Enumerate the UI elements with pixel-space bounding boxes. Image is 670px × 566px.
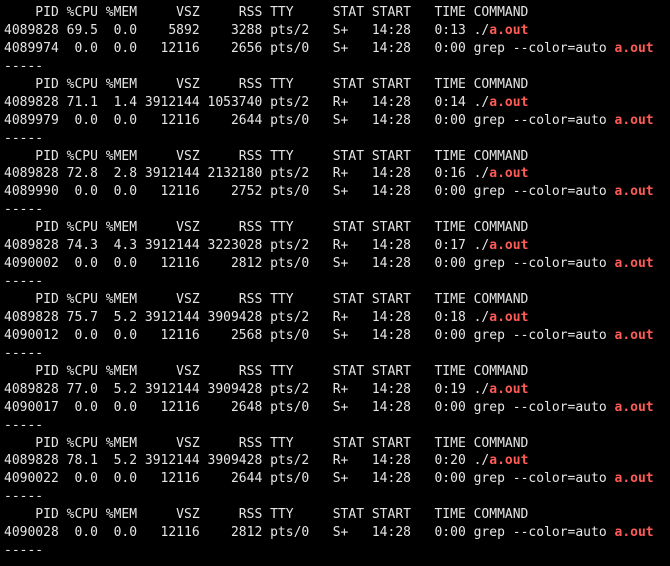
ps-process-row: 4089828 77.0 5.2 3912144 3909428 pts/2 R… — [4, 381, 670, 399]
ps-process-row: 4089990 0.0 0.0 12116 2752 pts/0 S+ 14:2… — [4, 183, 670, 201]
ps-header-row: PID %CPU %MEM VSZ RSS TTY STAT START TIM… — [4, 148, 670, 166]
ps-command-grep: grep --color=auto a.out — [474, 400, 654, 415]
ps-header-row: PID %CPU %MEM VSZ RSS TTY STAT START TIM… — [4, 4, 670, 22]
terminal-output: PID %CPU %MEM VSZ RSS TTY STAT START TIM… — [0, 0, 670, 566]
ps-process-row: 4089828 71.1 1.4 3912144 1053740 pts/2 R… — [4, 94, 670, 112]
ps-process-row: 4089828 75.7 5.2 3912144 3909428 pts/2 R… — [4, 309, 670, 327]
ps-command-grep: grep --color=auto a.out — [474, 41, 654, 56]
separator-line: ----- — [4, 542, 670, 560]
ps-process-row: 4090017 0.0 0.0 12116 2648 pts/0 S+ 14:2… — [4, 399, 670, 417]
ps-command-grep: grep --color=auto a.out — [474, 328, 654, 343]
ps-header-row: PID %CPU %MEM VSZ RSS TTY STAT START TIM… — [4, 435, 670, 453]
ps-process-row: 4090028 0.0 0.0 12116 2812 pts/0 S+ 14:2… — [4, 524, 670, 542]
separator-line: ----- — [4, 58, 670, 76]
separator-line: ----- — [4, 488, 670, 506]
ps-command-run: ./a.out — [474, 238, 529, 253]
ps-process-row: 4089974 0.0 0.0 12116 2656 pts/0 S+ 14:2… — [4, 40, 670, 58]
ps-command-grep: grep --color=auto a.out — [474, 184, 654, 199]
ps-header-row: PID %CPU %MEM VSZ RSS TTY STAT START TIM… — [4, 363, 670, 381]
ps-header-row: PID %CPU %MEM VSZ RSS TTY STAT START TIM… — [4, 76, 670, 94]
separator-line: ----- — [4, 345, 670, 363]
separator-line: ----- — [4, 201, 670, 219]
ps-command-grep: grep --color=auto a.out — [474, 256, 654, 271]
ps-command-run: ./a.out — [474, 95, 529, 110]
ps-process-row: 4089828 74.3 4.3 3912144 3223028 pts/2 R… — [4, 237, 670, 255]
ps-process-row: 4089828 78.1 5.2 3912144 3909428 pts/2 R… — [4, 452, 670, 470]
ps-command-grep: grep --color=auto a.out — [474, 113, 654, 128]
separator-line: ----- — [4, 417, 670, 435]
ps-command-run: ./a.out — [474, 453, 529, 468]
separator-line: ----- — [4, 273, 670, 291]
ps-process-row: 4090022 0.0 0.0 12116 2644 pts/0 S+ 14:2… — [4, 470, 670, 488]
ps-command-grep: grep --color=auto a.out — [474, 525, 654, 540]
ps-command-run: ./a.out — [474, 23, 529, 38]
separator-line: ----- — [4, 130, 670, 148]
ps-header-row: PID %CPU %MEM VSZ RSS TTY STAT START TIM… — [4, 291, 670, 309]
ps-command-run: ./a.out — [474, 310, 529, 325]
ps-command-run: ./a.out — [474, 166, 529, 181]
ps-process-row: 4090012 0.0 0.0 12116 2568 pts/0 S+ 14:2… — [4, 327, 670, 345]
ps-command-grep: grep --color=auto a.out — [474, 471, 654, 486]
ps-command-run: ./a.out — [474, 382, 529, 397]
ps-process-row: 4089828 69.5 0.0 5892 3288 pts/2 S+ 14:2… — [4, 22, 670, 40]
ps-process-row: 4089979 0.0 0.0 12116 2644 pts/0 S+ 14:2… — [4, 112, 670, 130]
ps-header-row: PID %CPU %MEM VSZ RSS TTY STAT START TIM… — [4, 506, 670, 524]
ps-process-row: 4089828 72.8 2.8 3912144 2132180 pts/2 R… — [4, 165, 670, 183]
ps-process-row: 4090002 0.0 0.0 12116 2812 pts/0 S+ 14:2… — [4, 255, 670, 273]
ps-header-row: PID %CPU %MEM VSZ RSS TTY STAT START TIM… — [4, 219, 670, 237]
